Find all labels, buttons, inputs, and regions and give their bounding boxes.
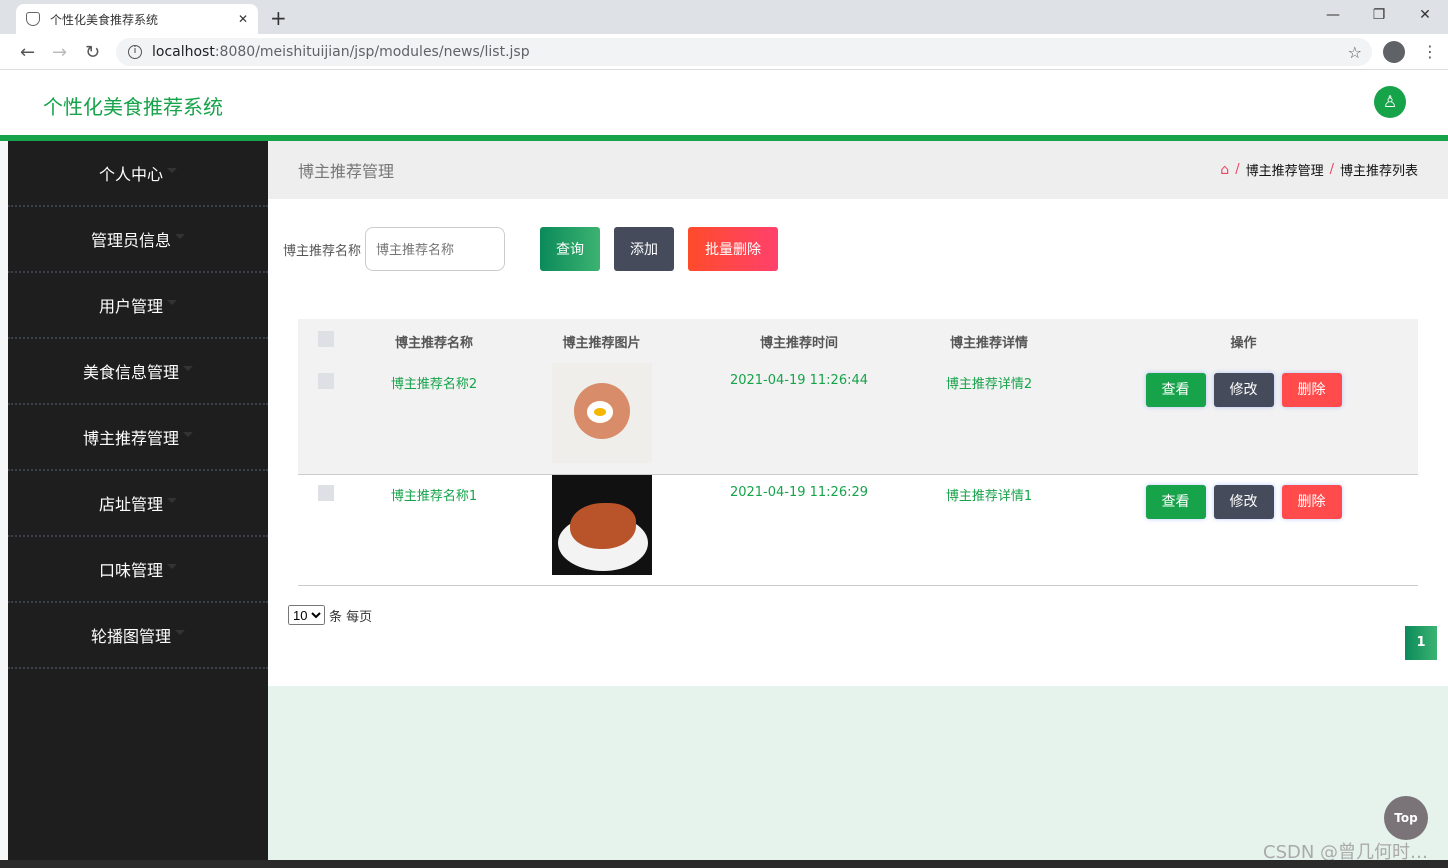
column-header: 博主推荐名称 xyxy=(354,319,514,363)
url-input[interactable]: i localhost:8080/meishituijian/jsp/modul… xyxy=(116,38,1372,66)
column-header: 博主推荐时间 xyxy=(689,319,909,363)
restore-button[interactable]: ❐ xyxy=(1356,0,1402,30)
shield-icon xyxy=(26,12,40,26)
sidebar-item-store[interactable]: 店址管理 xyxy=(8,471,268,537)
page-number-button[interactable]: 1 xyxy=(1405,626,1437,660)
sidebar-item-label: 口味管理 xyxy=(98,561,163,580)
caret-down-icon xyxy=(183,365,193,371)
row-checkbox[interactable] xyxy=(318,373,334,389)
batch-delete-button[interactable]: 批量删除 xyxy=(688,227,779,271)
column-header: 操作 xyxy=(1069,319,1418,363)
profile-icon[interactable] xyxy=(1383,41,1405,63)
data-table: 博主推荐名称 博主推荐图片 博主推荐时间 博主推荐详情 操作 博主推荐名称2 2… xyxy=(298,319,1418,586)
cell-name: 博主推荐名称2 xyxy=(354,363,514,475)
browser-tab[interactable]: 个性化美食推荐系统 ✕ xyxy=(16,4,258,34)
brand-title: 个性化美食推荐系统 xyxy=(43,95,223,119)
sidebar-item-label: 管理员信息 xyxy=(90,231,171,250)
edit-button[interactable]: 修改 xyxy=(1213,373,1274,407)
url-host: localhost xyxy=(152,44,215,60)
page-size-select[interactable]: 10 xyxy=(288,605,325,625)
bookmark-star-icon[interactable]: ☆ xyxy=(1348,43,1362,62)
sidebar-item-taste[interactable]: 口味管理 xyxy=(8,537,268,603)
sidebar-item-blogger[interactable]: 博主推荐管理 xyxy=(8,405,268,471)
sidebar-item-label: 个人中心 xyxy=(98,165,163,184)
search-label: 博主推荐名称 xyxy=(283,243,362,259)
column-header: 博主推荐详情 xyxy=(909,319,1069,363)
sidebar-item-label: 用户管理 xyxy=(98,297,163,316)
reload-icon[interactable]: ↻ xyxy=(85,42,100,63)
page-title: 博主推荐管理 xyxy=(298,162,395,181)
breadcrumb-item: 博主推荐列表 xyxy=(1339,164,1418,179)
caret-down-icon xyxy=(167,167,177,173)
taskbar xyxy=(0,860,1448,868)
browser-menu-icon[interactable]: ⋮ xyxy=(1422,42,1438,61)
forward-icon[interactable]: → xyxy=(52,42,67,63)
add-button[interactable]: 添加 xyxy=(614,227,675,271)
minimize-button[interactable]: — xyxy=(1310,0,1356,30)
url-path: :8080/meishituijian/jsp/modules/news/lis… xyxy=(214,44,530,60)
sidebar-item-label: 店址管理 xyxy=(98,495,163,514)
food-image xyxy=(551,474,652,575)
cell-time: 2021-04-19 11:26:44 xyxy=(689,363,909,475)
sidebar-item-label: 美食信息管理 xyxy=(82,363,179,382)
address-bar: ← → ↻ i localhost:8080/meishituijian/jsp… xyxy=(0,34,1448,70)
browser-tabbar: 个性化美食推荐系统 ✕ + — ❐ ✕ xyxy=(0,0,1448,34)
cell-time: 2021-04-19 11:26:29 xyxy=(689,474,909,586)
caret-down-icon xyxy=(175,233,185,239)
delete-button[interactable]: 删除 xyxy=(1281,373,1342,407)
select-all-checkbox[interactable] xyxy=(318,331,334,347)
delete-button[interactable]: 删除 xyxy=(1281,484,1342,519)
column-header: 博主推荐图片 xyxy=(514,319,689,363)
view-button[interactable]: 查看 xyxy=(1145,373,1206,407)
caret-down-icon xyxy=(167,497,177,503)
sidebar-item-personal[interactable]: 个人中心 xyxy=(8,141,268,207)
footer-area xyxy=(268,686,1448,860)
caret-down-icon xyxy=(167,299,177,305)
close-window-button[interactable]: ✕ xyxy=(1402,0,1448,30)
cell-detail: 博主推荐详情2 xyxy=(909,363,1069,475)
search-input[interactable] xyxy=(365,227,506,271)
sidebar-item-carousel[interactable]: 轮播图管理 xyxy=(8,603,268,669)
sidebar-item-users[interactable]: 用户管理 xyxy=(8,273,268,339)
query-button[interactable]: 查询 xyxy=(540,227,601,271)
page-size-label: 条 每页 xyxy=(329,609,373,625)
table-row: 博主推荐名称1 2021-04-19 11:26:29 博主推荐详情1 查看 修改… xyxy=(298,474,1418,586)
cell-detail: 博主推荐详情1 xyxy=(909,474,1069,586)
search-form: 博主推荐名称 查询 添加 批量删除 xyxy=(283,227,779,271)
table-row: 博主推荐名称2 2021-04-19 11:26:44 博主推荐详情2 查看 修改… xyxy=(298,363,1418,475)
caret-down-icon xyxy=(183,431,193,437)
app-header: 个性化美食推荐系统 ♙ xyxy=(0,71,1448,135)
cell-name: 博主推荐名称1 xyxy=(354,474,514,586)
new-tab-button[interactable]: + xyxy=(270,6,287,30)
breadcrumb: ⌂ / 博主推荐管理 / 博主推荐列表 xyxy=(1220,160,1418,180)
row-checkbox[interactable] xyxy=(318,484,334,501)
view-button[interactable]: 查看 xyxy=(1145,484,1206,519)
caret-down-icon xyxy=(167,563,177,569)
home-icon[interactable]: ⌂ xyxy=(1220,162,1229,178)
back-to-top-button[interactable]: Top xyxy=(1384,796,1428,840)
food-image xyxy=(551,363,652,463)
page-size-control: 10 条 每页 xyxy=(288,605,372,625)
breadcrumb-item[interactable]: 博主推荐管理 xyxy=(1246,160,1324,179)
title-bar: 博主推荐管理 ⌂ / 博主推荐管理 / 博主推荐列表 xyxy=(268,141,1448,199)
user-avatar-icon[interactable]: ♙ xyxy=(1374,86,1406,118)
sidebar-item-label: 博主推荐管理 xyxy=(82,429,179,448)
sidebar-item-food[interactable]: 美食信息管理 xyxy=(8,339,268,405)
sidebar: 个人中心 管理员信息 用户管理 美食信息管理 博主推荐管理 店址管理 口味管理 … xyxy=(8,141,268,860)
left-strip xyxy=(0,141,8,868)
sidebar-item-label: 轮播图管理 xyxy=(90,627,171,646)
close-tab-icon[interactable]: ✕ xyxy=(238,12,248,26)
edit-button[interactable]: 修改 xyxy=(1213,484,1274,519)
back-icon[interactable]: ← xyxy=(20,42,35,63)
main-content: 博主推荐管理 ⌂/ 博主推荐管理/ 博主推荐列表 博主推荐名称 查询 添加 批量… xyxy=(268,141,1448,686)
caret-down-icon xyxy=(175,629,185,635)
tab-title: 个性化美食推荐系统 xyxy=(50,12,159,27)
sidebar-item-admin[interactable]: 管理员信息 xyxy=(8,207,268,273)
info-icon[interactable]: i xyxy=(128,45,142,59)
